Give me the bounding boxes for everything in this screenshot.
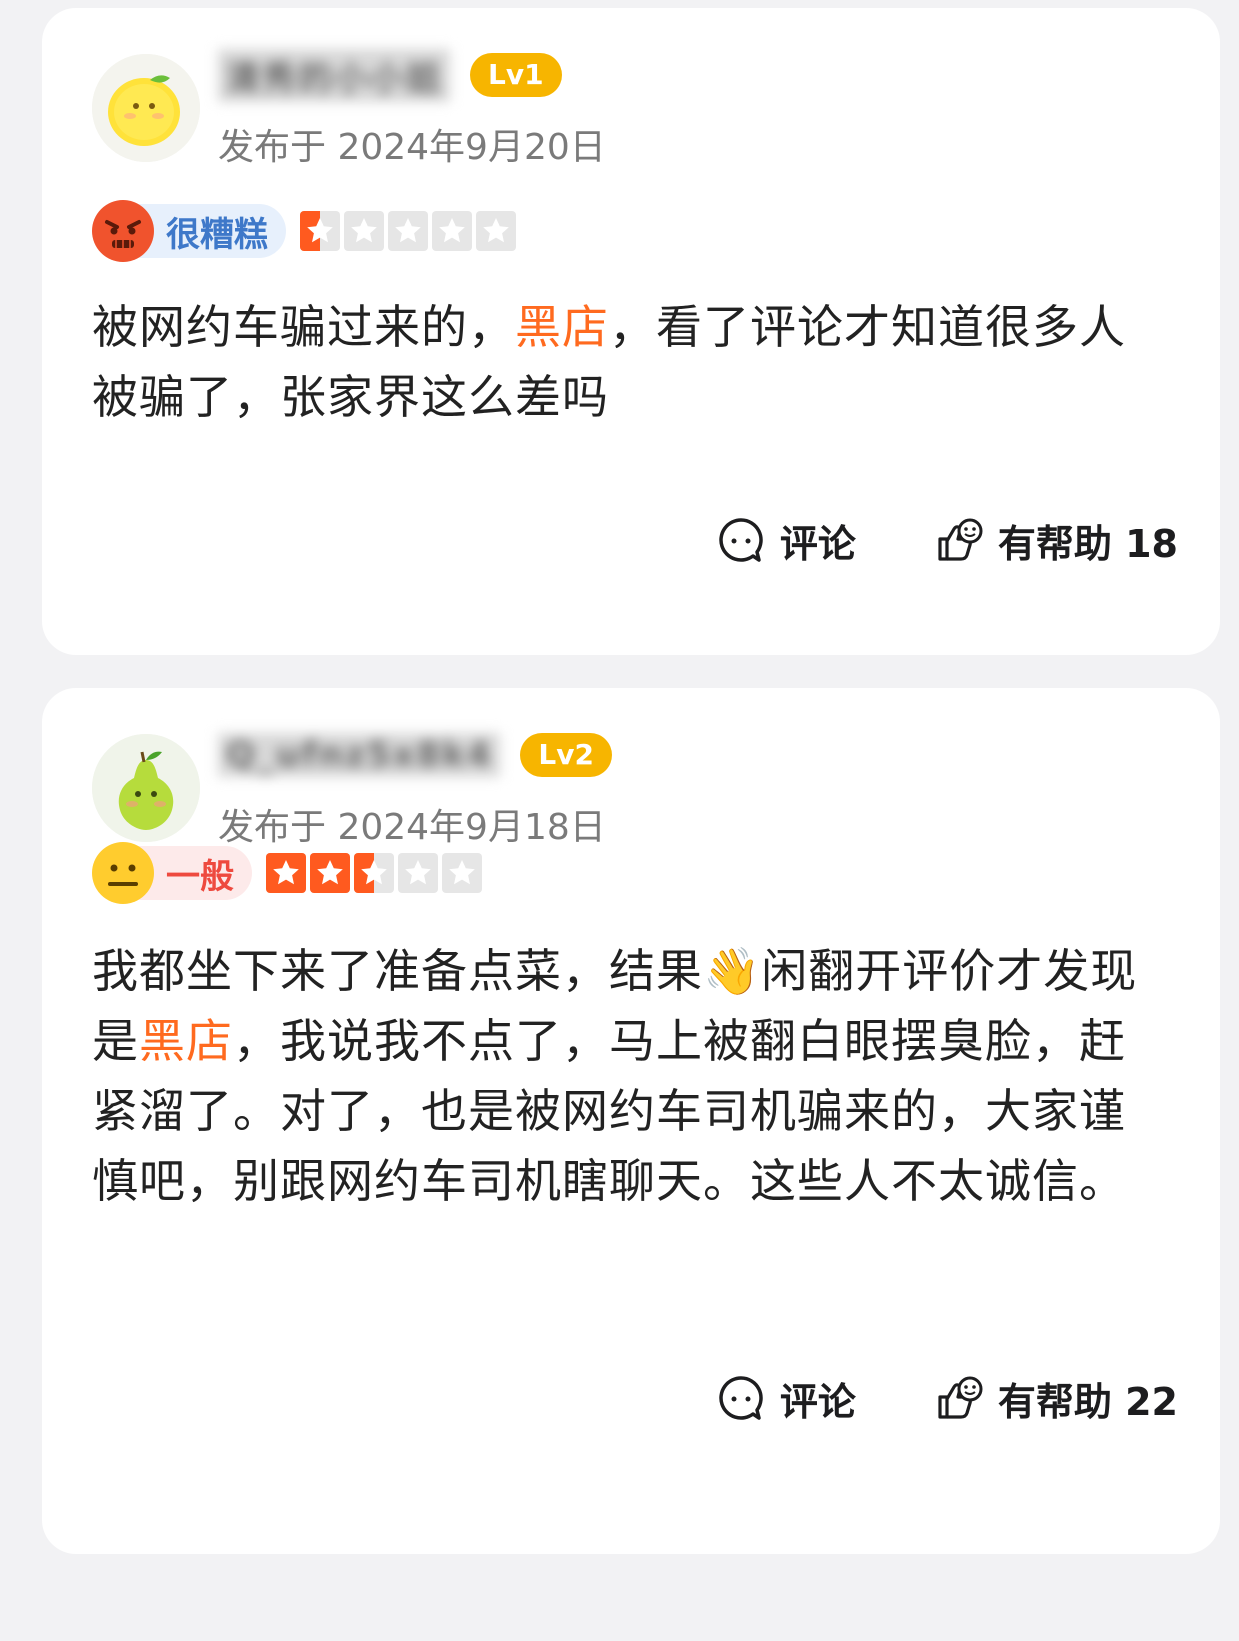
post-date: 发布于 2024年9月20日 (218, 127, 606, 168)
angry-face-icon (90, 198, 156, 264)
star-rating (300, 211, 520, 251)
comment-label: 评论 (779, 1379, 856, 1424)
review-text-part: ，我说我不点了，马上被翻白眼摆臭脸，赶紧溜了。对了，也是被网约车司机骗来的，大家… (92, 1014, 1126, 1208)
rating-row: 很糟糕 (92, 196, 520, 266)
neutral-face-icon (90, 840, 156, 906)
highlight-keyword[interactable]: 黑店 (139, 1014, 233, 1068)
rating-label: 很糟糕 (166, 214, 268, 255)
star-rating (266, 853, 486, 893)
comment-button[interactable]: 评论 (716, 1371, 856, 1426)
review-card: 清秀的小小姐 Lv1 发布于 2024年9月20日 很糟糕 被网约车骗过来的，黑 (42, 8, 1220, 655)
review-actions: 评论 有帮助 18 (716, 510, 1178, 570)
comment-icon (719, 518, 763, 562)
rating-badge: 一般 (92, 842, 252, 904)
helpful-button[interactable]: 有帮助 18 (934, 513, 1178, 568)
helpful-label: 有帮助 18 (997, 521, 1178, 566)
pear-avatar[interactable] (92, 734, 200, 842)
star-icon (344, 211, 384, 251)
helpful-label: 有帮助 22 (997, 1379, 1178, 1424)
level-badge: Lv2 (520, 733, 612, 777)
review-text-part: 被网约车骗过来的， (92, 300, 515, 354)
comment-label: 评论 (779, 521, 856, 566)
star-icon (388, 211, 428, 251)
lemon-avatar[interactable] (92, 54, 200, 162)
comment-icon (719, 1376, 763, 1420)
star-icon (300, 211, 340, 251)
highlight-keyword[interactable]: 黑店 (515, 300, 609, 354)
username[interactable]: 清秀的小小姐 (218, 48, 450, 102)
star-icon (266, 853, 306, 893)
star-icon (476, 211, 516, 251)
username[interactable]: Q_ufnz5x8k4 (218, 733, 501, 777)
level-badge: Lv1 (470, 53, 562, 97)
rating-row: 一般 (92, 838, 486, 908)
user-info: Q_ufnz5x8k4 Lv2 (218, 732, 612, 778)
helpful-button[interactable]: 有帮助 22 (934, 1371, 1178, 1426)
review-text: 被网约车骗过来的，黑店，看了评论才知道很多人被骗了，张家界这么差吗 (92, 292, 1172, 432)
star-icon (442, 853, 482, 893)
rating-badge: 很糟糕 (92, 200, 286, 262)
comment-button[interactable]: 评论 (716, 513, 856, 568)
rating-label: 一般 (166, 856, 234, 897)
thumbs-up-icon (938, 1376, 983, 1419)
review-actions: 评论 有帮助 22 (716, 1368, 1178, 1428)
review-text: 我都坐下来了准备点菜，结果👋闲翻开评价才发现是黑店，我说我不点了，马上被翻白眼摆… (92, 936, 1172, 1216)
star-icon (354, 853, 394, 893)
review-card: Q_ufnz5x8k4 Lv2 发布于 2024年9月18日 一般 我都坐下来了… (42, 688, 1220, 1554)
user-info: 清秀的小小姐 Lv1 (218, 48, 562, 102)
star-icon (398, 853, 438, 893)
star-icon (432, 211, 472, 251)
thumbs-up-icon (938, 518, 983, 561)
star-icon (310, 853, 350, 893)
